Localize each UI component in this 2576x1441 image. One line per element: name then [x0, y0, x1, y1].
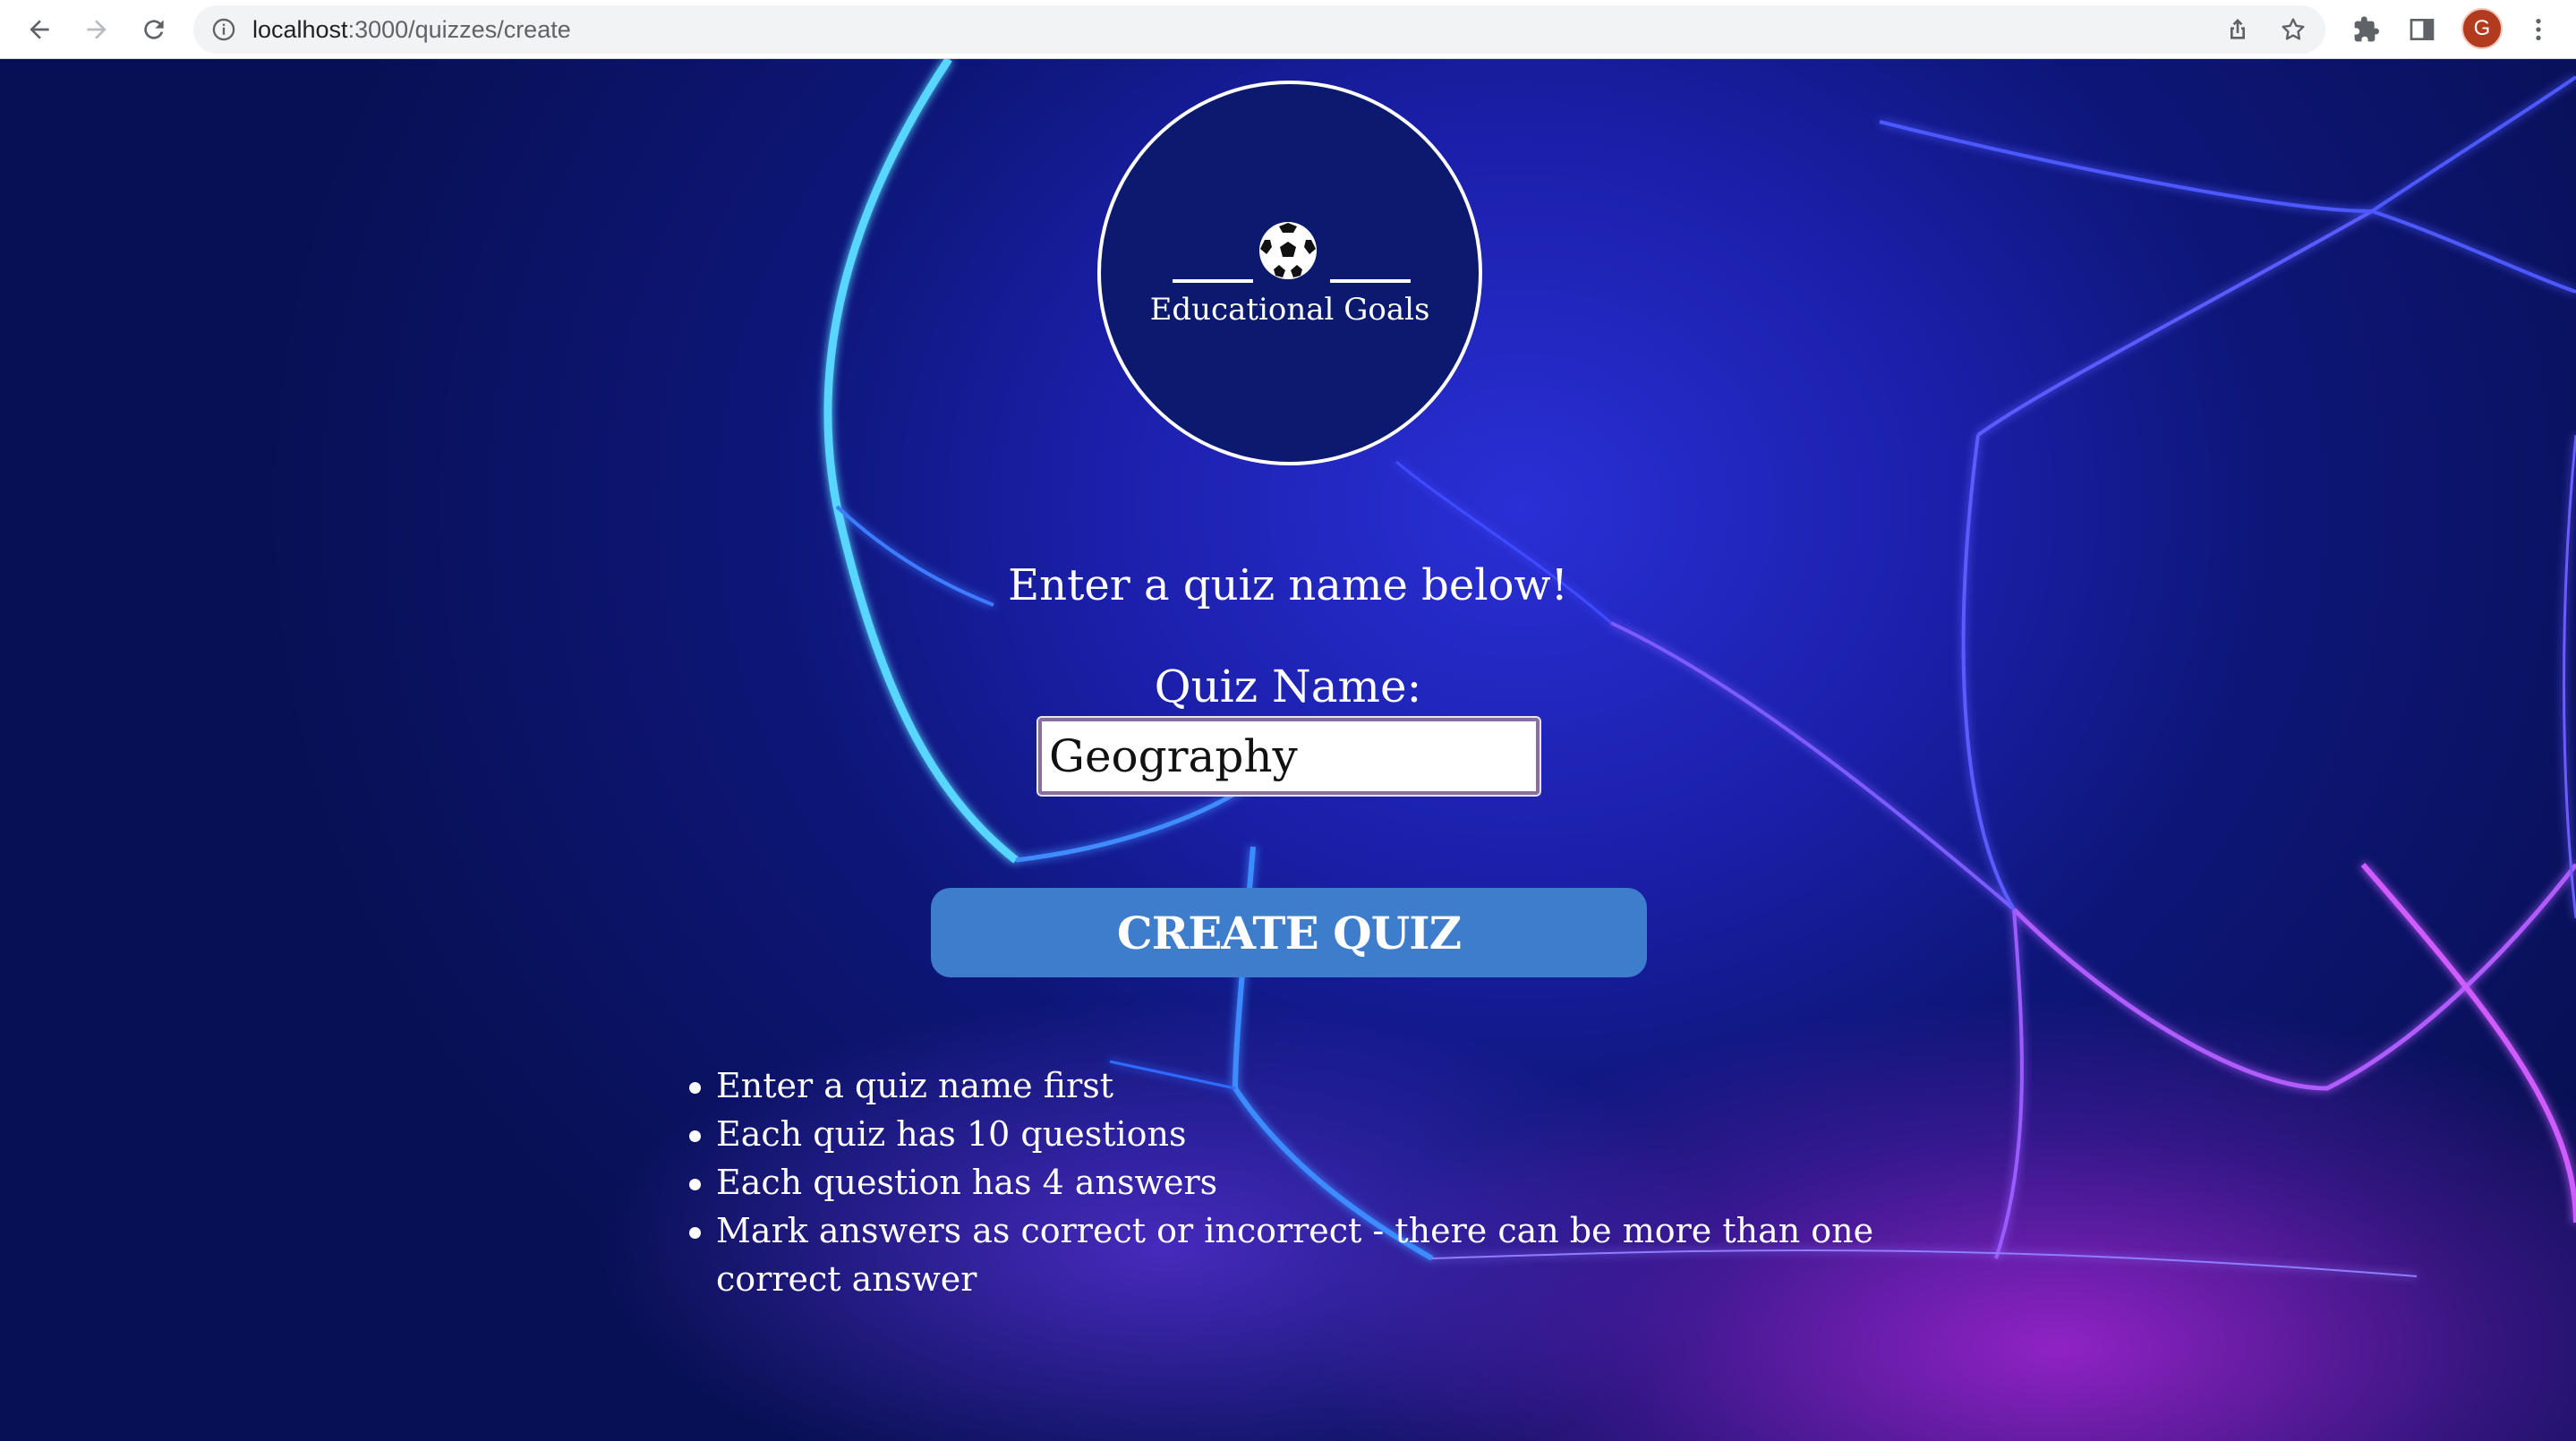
kebab-menu-icon [2536, 19, 2541, 40]
address-bar[interactable]: localhost:3000/quizzes/create [193, 5, 2325, 54]
arrow-right-icon [87, 20, 107, 39]
browser-toolbar: localhost:3000/quizzes/create G [0, 0, 2576, 59]
puzzle-icon [2354, 16, 2379, 42]
reload-icon [144, 20, 164, 39]
quiz-name-input[interactable] [1036, 716, 1541, 797]
extensions-button[interactable] [2349, 12, 2384, 47]
site-logo[interactable]: Educational Goals [1097, 81, 1482, 465]
profile-avatar[interactable]: G [2461, 8, 2503, 49]
page-heading: Enter a quiz name below! [1008, 560, 1568, 610]
list-item: Each question has 4 answers [689, 1158, 1942, 1207]
list-item: Enter a quiz name first [689, 1062, 1942, 1110]
bookmark-star-icon[interactable] [2279, 15, 2307, 44]
info-icon[interactable] [211, 17, 236, 42]
side-panel-icon [2410, 19, 2435, 40]
quiz-rules-list: Enter a quiz name first Each quiz has 10… [689, 1062, 1942, 1303]
side-panel-button[interactable] [2404, 12, 2440, 47]
soccer-ball-icon [1259, 222, 1317, 279]
list-item: Mark answers as correct or incorrect - t… [689, 1207, 1942, 1303]
reload-button[interactable] [132, 8, 175, 51]
url-text[interactable]: localhost:3000/quizzes/create [252, 5, 571, 54]
list-item: Each quiz has 10 questions [689, 1110, 1942, 1158]
forward-button[interactable] [75, 8, 118, 51]
quiz-create-page: Educational Goals Enter a quiz name belo… [0, 59, 2576, 1441]
browser-menu-button[interactable] [2521, 12, 2556, 47]
arrow-left-icon [30, 20, 49, 39]
logo-left-dash [1173, 279, 1253, 283]
create-quiz-button[interactable]: CREATE QUIZ [931, 888, 1647, 977]
quiz-name-label: Quiz Name: [1154, 661, 1422, 712]
brand-name: Educational Goals [1149, 292, 1430, 328]
share-icon[interactable] [2223, 15, 2252, 44]
back-button[interactable] [18, 8, 61, 51]
logo-right-dash [1330, 279, 1411, 283]
